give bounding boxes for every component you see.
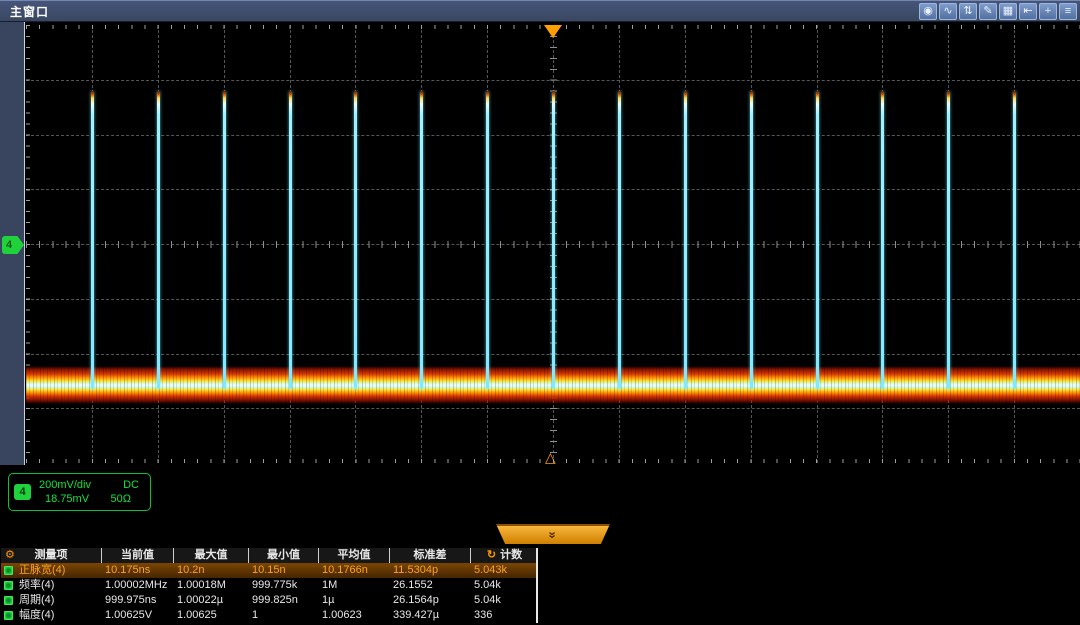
measure-label: 周期(4) bbox=[15, 593, 101, 608]
channel-4-badge: 4 bbox=[14, 484, 31, 500]
waveform-display[interactable]: △ bbox=[26, 22, 1080, 465]
measure-std: 11.5304p bbox=[389, 563, 470, 578]
add-icon[interactable]: + bbox=[1039, 3, 1057, 20]
measure-count: 336 bbox=[470, 608, 538, 623]
measure-count: 5.04k bbox=[470, 578, 538, 593]
measure-std: 26.1564p bbox=[389, 593, 470, 608]
measure-current: 999.975ns bbox=[101, 593, 173, 608]
measure-max: 1.00022µ bbox=[173, 593, 248, 608]
pulse-trace bbox=[354, 91, 357, 389]
annotate-icon[interactable]: ✎ bbox=[979, 3, 997, 20]
measure-min: 999.825n bbox=[248, 593, 318, 608]
measure-label: 幅度(4) bbox=[15, 608, 101, 623]
pulse-trace bbox=[157, 91, 160, 389]
sort-arrows-icon[interactable]: ⇅ bbox=[959, 3, 977, 20]
trigger-level-marker-icon[interactable]: △ bbox=[545, 450, 556, 464]
pulse-trace bbox=[750, 91, 753, 389]
col-avg: 平均值 bbox=[318, 548, 389, 563]
measure-max: 10.2n bbox=[173, 563, 248, 578]
channel-offset: 18.75mV bbox=[45, 492, 89, 506]
waveform-icon[interactable]: ∿ bbox=[939, 3, 957, 20]
table-row[interactable]: 周期(4) 999.975ns 1.00022µ 999.825n 1µ 26.… bbox=[1, 593, 536, 608]
histogram-icon[interactable]: ▦ bbox=[999, 3, 1017, 20]
table-row[interactable]: 正脉宽(4) 10.175ns 10.2n 10.15n 10.1766n 11… bbox=[1, 563, 536, 578]
pulse-trace bbox=[881, 91, 884, 389]
measure-avg: 1M bbox=[318, 578, 389, 593]
measurement-table-header: ⚙ 测量项 当前值 最大值 最小值 平均值 标准差 ↻ 计数 bbox=[1, 548, 536, 563]
menu-icon[interactable]: ≡ bbox=[1059, 3, 1077, 20]
col-std: 标准差 bbox=[389, 548, 470, 563]
oscilloscope-main-window: 主窗口 ◉ ∿ ⇅ ✎ ▦ ⇤ + ≡ △ 4 4 bbox=[0, 0, 1080, 625]
channel-impedance: 50Ω bbox=[111, 492, 131, 506]
pulse-trace bbox=[618, 91, 621, 389]
measure-min: 10.15n bbox=[248, 563, 318, 578]
measure-avg: 1µ bbox=[318, 593, 389, 608]
gear-icon[interactable]: ⚙ bbox=[5, 548, 15, 563]
measure-max: 1.00018M bbox=[173, 578, 248, 593]
measure-std: 339.427µ bbox=[389, 608, 470, 623]
title-bar: 主窗口 ◉ ∿ ⇅ ✎ ▦ ⇤ + ≡ bbox=[0, 0, 1080, 22]
channel-scale: 200mV/div bbox=[39, 478, 91, 492]
pulse-trace bbox=[486, 91, 489, 389]
refresh-icon[interactable]: ↻ bbox=[487, 549, 496, 561]
table-row[interactable]: 幅度(4) 1.00625V 1.00625 1 1.00623 339.427… bbox=[1, 608, 536, 623]
measure-std: 26.1552 bbox=[389, 578, 470, 593]
measure-avg: 10.1766n bbox=[318, 563, 389, 578]
measurement-table: ⚙ 测量项 当前值 最大值 最小值 平均值 标准差 ↻ 计数 正脉宽(4) 10.… bbox=[1, 548, 538, 623]
measure-current: 1.00002MHz bbox=[101, 578, 173, 593]
channel-color-icon bbox=[4, 596, 13, 605]
measure-min: 999.775k bbox=[248, 578, 318, 593]
pulse-trace bbox=[223, 91, 226, 389]
measure-label: 频率(4) bbox=[15, 578, 101, 593]
measure-count: 5.043k bbox=[470, 563, 538, 578]
channel-coupling: DC bbox=[123, 478, 139, 492]
graticule: △ bbox=[26, 25, 1080, 463]
window-title: 主窗口 bbox=[0, 3, 49, 20]
col-max: 最大值 bbox=[173, 548, 248, 563]
channel-4-info-box[interactable]: 4 200mV/div DC 18.75mV 50Ω bbox=[8, 473, 151, 511]
channel-color-icon bbox=[4, 581, 13, 590]
double-chevron-down-icon: » bbox=[548, 531, 558, 538]
col-current: 当前值 bbox=[101, 548, 173, 563]
col-measure-item: 测量项 bbox=[35, 549, 68, 561]
measure-count: 5.04k bbox=[470, 593, 538, 608]
pulse-trace bbox=[420, 91, 423, 389]
measure-min: 1 bbox=[248, 608, 318, 623]
measure-current: 1.00625V bbox=[101, 608, 173, 623]
pulse-trace bbox=[91, 91, 94, 389]
table-row[interactable]: 频率(4) 1.00002MHz 1.00018M 999.775k 1M 26… bbox=[1, 578, 536, 593]
trigger-position-marker-icon[interactable] bbox=[544, 25, 562, 38]
measure-current: 10.175ns bbox=[101, 563, 173, 578]
screenshot-icon[interactable]: ◉ bbox=[919, 3, 937, 20]
col-count: 计数 bbox=[500, 549, 522, 561]
measure-avg: 1.00623 bbox=[318, 608, 389, 623]
collapse-results-button[interactable]: » bbox=[496, 524, 610, 544]
pulse-trace bbox=[289, 91, 292, 389]
pulse-trace bbox=[552, 91, 555, 389]
pulse-trace bbox=[1013, 91, 1016, 389]
toolbar: ◉ ∿ ⇅ ✎ ▦ ⇤ + ≡ bbox=[919, 3, 1080, 20]
pulse-trace bbox=[684, 91, 687, 389]
pulse-trace bbox=[816, 91, 819, 389]
channel-color-icon bbox=[4, 566, 13, 575]
pulse-trace bbox=[947, 91, 950, 389]
collapse-panel-icon[interactable]: ⇤ bbox=[1019, 3, 1037, 20]
measure-label: 正脉宽(4) bbox=[15, 563, 101, 578]
col-min: 最小值 bbox=[248, 548, 318, 563]
measure-max: 1.00625 bbox=[173, 608, 248, 623]
channel-color-icon bbox=[4, 611, 13, 620]
